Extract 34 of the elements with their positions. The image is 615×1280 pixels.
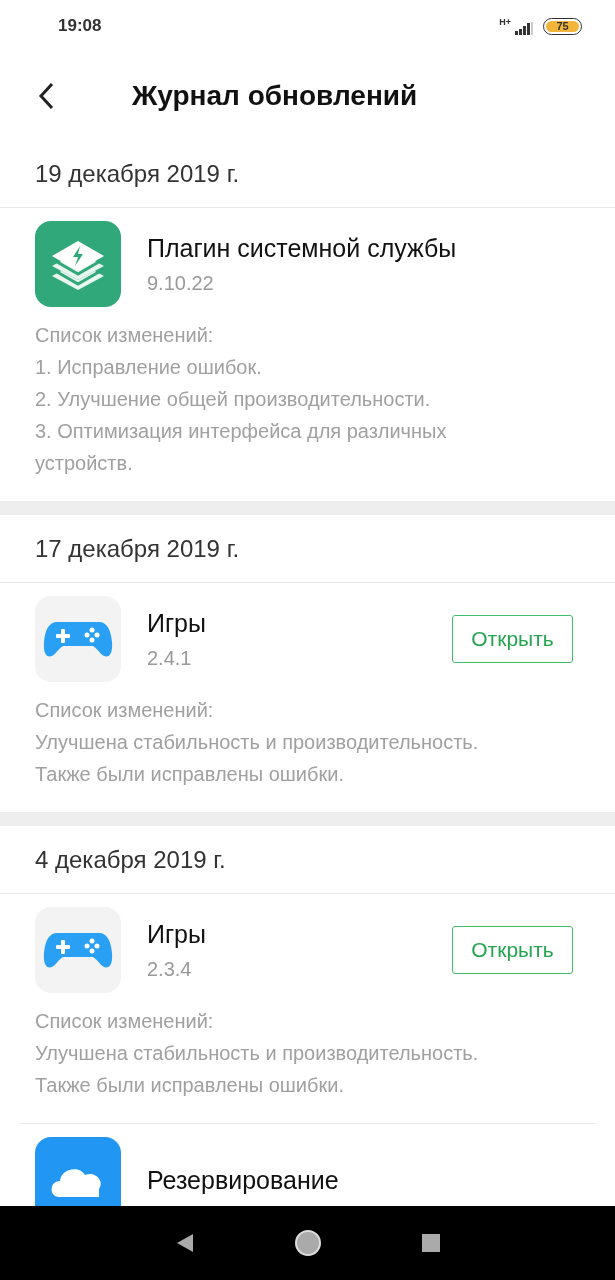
changelog-line: Также были исправлены ошибки.	[35, 762, 345, 787]
signal-icon	[513, 21, 533, 35]
home-nav-icon[interactable]	[293, 1229, 322, 1257]
changelog-line: Улучшена стабильность и производительность.	[35, 730, 480, 755]
app-name: Игры	[147, 918, 207, 949]
changelog-title: Список изменений:	[35, 323, 215, 348]
changelog-line: 3. Оптимизация интерфейса для различных устройств.	[35, 419, 448, 476]
changelog-line: 1. Исправление ошибок.	[35, 355, 263, 380]
app-version: 2.3.4	[147, 956, 193, 982]
changelog-line: 2. Улучшение общей производительности.	[35, 387, 432, 412]
gamepad-icon	[35, 596, 121, 682]
open-button[interactable]: Открыть	[452, 926, 573, 974]
layers-icon	[35, 221, 121, 307]
app-name: Игры	[147, 607, 207, 638]
network-type: H+	[499, 17, 511, 27]
app-name: Резервирование	[147, 1165, 340, 1195]
date-heading: 19 декабря 2019 г.	[35, 158, 240, 189]
app-name: Плагин системной службы	[147, 232, 458, 263]
app-version: 9.10.22	[147, 270, 215, 296]
status-time: 19:08	[58, 15, 102, 38]
changelog-line: Улучшена стабильность и производительность.	[35, 1041, 480, 1066]
date-heading: 4 декабря 2019 г.	[35, 844, 226, 875]
changelog-title: Список изменений:	[35, 698, 215, 723]
cloud-icon	[35, 1137, 121, 1206]
date-heading: 17 декабря 2019 г.	[35, 533, 240, 564]
changelog-line: Также были исправлены ошибки.	[35, 1073, 345, 1098]
app-version: 2.4.1	[147, 645, 193, 671]
back-nav-icon[interactable]	[175, 1233, 194, 1253]
recents-nav-icon[interactable]	[421, 1234, 440, 1252]
page-title: Журнал обновлений	[132, 79, 418, 113]
changelog-title: Список изменений:	[35, 1009, 215, 1034]
gamepad-icon	[35, 907, 121, 993]
open-button[interactable]: Открыть	[452, 615, 573, 663]
back-icon[interactable]	[36, 81, 56, 111]
